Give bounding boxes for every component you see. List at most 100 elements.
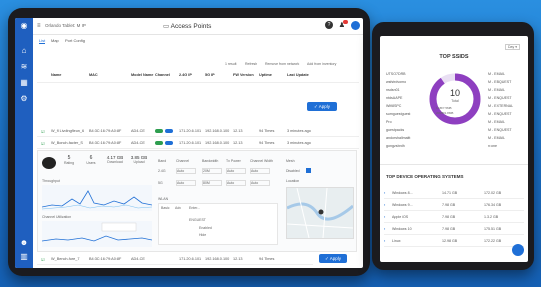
dashboard-screen: TOP SSIDS Day ▾ 10 Total 1GB/7.5MB 20MB/…: [380, 36, 528, 262]
windows-icon: ▪: [384, 203, 386, 207]
enabled-checkbox[interactable]: Enabled: [199, 226, 212, 230]
add-inventory-button[interactable]: Add from inventory: [307, 62, 336, 66]
radio-settings: Band Channel Bandwidth Tx Power Channel …: [158, 159, 273, 186]
col-model[interactable]: Model Name: [131, 73, 153, 77]
result-count: 1 result: [225, 62, 237, 66]
col-5g-ip[interactable]: 5G IP: [205, 73, 215, 77]
location-map[interactable]: [286, 187, 354, 239]
status-badge: [155, 141, 163, 145]
col-mac[interactable]: MAC: [89, 73, 98, 77]
wifi-icon[interactable]: ≋: [19, 62, 29, 72]
power-select[interactable]: Auto: [226, 180, 246, 186]
donut-label: Total: [451, 99, 459, 103]
top-ssids-title: TOP SSIDS: [439, 54, 469, 60]
stats-row: 5 Rating 6 Users 4.17 GB Download 3.85 G…: [63, 155, 148, 165]
col-name[interactable]: Name: [51, 73, 61, 77]
status-badge: [165, 141, 173, 145]
hide-checkbox[interactable]: Hide: [199, 233, 206, 237]
channel-select[interactable]: Auto: [176, 168, 196, 174]
list-item[interactable]: ▪ Windows 9... 7.98 GB 176.34 GB: [384, 200, 524, 211]
donut-legend-2: 20MB/1.8MB: [436, 111, 454, 115]
bandwidth-select[interactable]: 20M: [202, 168, 222, 174]
status-badge: [165, 129, 173, 133]
windows-icon: ▪: [384, 191, 386, 195]
width-select[interactable]: Auto: [250, 168, 270, 174]
grid-icon[interactable]: ▦: [19, 78, 29, 88]
notification-badge: [343, 20, 348, 24]
apply-button-top[interactable]: ✓ Apply: [307, 102, 337, 111]
list-item[interactable]: ▪ Windows 8... 14.71 GB 172.02 GB: [384, 188, 524, 199]
linux-icon: ▪: [384, 239, 386, 243]
access-point-device-icon: [42, 157, 56, 169]
col-last-update[interactable]: Last Update: [287, 73, 309, 77]
col-24g-ip[interactable]: 2.4G IP: [179, 73, 192, 77]
wlan-panel: Basic Adv Enter... ENGUEST Enabled Hide: [158, 203, 278, 245]
mesh-label: Mesh: [286, 159, 295, 163]
topbar: ≡ Orlando Tablet: M IP ▭ Access Points ?…: [33, 18, 363, 35]
table-row[interactable]: ☑ W_Bench-fure_7 B4:3C:16:79:A0:8F AD4-C…: [37, 254, 313, 265]
users-icon[interactable]: ☻: [19, 238, 29, 248]
help-icon[interactable]: ?: [325, 21, 333, 29]
throughput-chart: [42, 185, 152, 211]
mesh-toggle[interactable]: [306, 168, 311, 173]
right-tablet: TOP SSIDS Day ▾ 10 Total 1GB/7.5MB 20MB/…: [372, 22, 534, 270]
sidebar: ◉ ⌂ ≋ ▦ ⚙ ☻ ▥: [15, 18, 33, 268]
col-fw[interactable]: FW Version: [233, 73, 254, 77]
windows-icon: ▪: [384, 227, 386, 231]
remove-button[interactable]: Remove from network: [265, 62, 299, 66]
channel-util-label: Channel Utilization: [42, 215, 72, 219]
logo-icon: ◉: [20, 21, 28, 30]
channel-select[interactable]: Auto: [176, 180, 196, 186]
monitor-icon: ▭: [163, 23, 170, 30]
ap-detail-panel: 5 Rating 6 Users 4.17 GB Download 3.85 G…: [37, 150, 357, 252]
wlan-tab-enter[interactable]: Enter...: [189, 206, 200, 210]
mesh-value: Disabled: [286, 169, 300, 173]
divider: [380, 164, 528, 165]
menu-icon[interactable]: ≡: [37, 23, 41, 29]
donut-value: 10: [449, 88, 460, 98]
refresh-button[interactable]: Refresh: [245, 62, 257, 66]
access-points-screen: ◉ ⌂ ≋ ▦ ⚙ ☻ ▥ ≡ Orlando Tablet: M IP ▭ A…: [15, 18, 363, 268]
power-select[interactable]: Auto: [226, 168, 246, 174]
checkbox-icon[interactable]: ☑: [41, 129, 44, 134]
avatar[interactable]: [351, 21, 360, 30]
top-ssids-card: TOP SSIDS Day ▾ 10 Total 1GB/7.5MB 20MB/…: [384, 40, 524, 160]
checkbox-icon[interactable]: ☑: [41, 141, 44, 146]
chat-button[interactable]: [512, 244, 524, 256]
wlan-tab-basic[interactable]: Basic: [161, 206, 170, 210]
tab-port-config[interactable]: Port Config: [65, 38, 85, 43]
home-icon[interactable]: ⌂: [19, 46, 29, 56]
table-row[interactable]: ☑ W_Bonch-facter_S B4:3C:16:79:A0:8F AD4…: [37, 138, 359, 149]
left-tablet: ◉ ⌂ ≋ ▦ ⚙ ☻ ▥ ≡ Orlando Tablet: M IP ▭ A…: [8, 8, 370, 276]
page-title: ▭ Access Points: [163, 23, 212, 30]
breadcrumb: Orlando Tablet: M IP: [45, 23, 86, 28]
period-select[interactable]: Day ▾: [505, 44, 520, 50]
wlan-label: WLAN: [158, 197, 169, 201]
list-item[interactable]: ▪ Windows 10 7.98 GB 175.51 GB: [384, 224, 524, 235]
width-select[interactable]: Auto: [250, 180, 270, 186]
col-channel[interactable]: Channel: [155, 73, 170, 77]
map-pin-icon: [318, 209, 324, 215]
tab-list[interactable]: List: [39, 38, 46, 44]
building-icon[interactable]: ▥: [19, 252, 29, 262]
apple-icon: ▪: [384, 215, 386, 219]
tab-map[interactable]: Map: [51, 38, 59, 43]
col-uptime[interactable]: Uptime: [259, 73, 272, 77]
os-title: TOP DEVICE OPERATING SYSTEMS: [386, 174, 464, 179]
settings-icon[interactable]: ⚙: [19, 94, 29, 104]
bandwidth-select[interactable]: 80M: [202, 180, 222, 186]
wlan-tab-adv[interactable]: Adv: [175, 206, 181, 210]
donut-legend-1: 1GB/7.5MB: [436, 106, 452, 110]
list-item[interactable]: ▪ Apple iOS 7.98 GB 1.3.2 GB: [384, 212, 524, 223]
channel-util-chart: [42, 221, 152, 247]
table-row[interactable]: ☑ W_fl Livdingfleun_6 B4:3C:16:79:A0:8F …: [37, 126, 359, 137]
checkbox-icon[interactable]: ☑: [41, 257, 44, 262]
list-item[interactable]: ▪ Linux 12.98 GB 172.22 GB: [384, 236, 524, 247]
location-label: Location: [286, 179, 300, 183]
throughput-label: Throughput: [42, 179, 60, 183]
table-header: Name MAC Model Name Channel 2.4G IP 5G I…: [37, 70, 359, 83]
wlan-ssid: ENGUEST: [189, 218, 206, 222]
status-badge: [155, 129, 163, 133]
apply-button-bottom[interactable]: ✓ Apply: [319, 254, 347, 263]
chart-tooltip: [101, 222, 137, 232]
